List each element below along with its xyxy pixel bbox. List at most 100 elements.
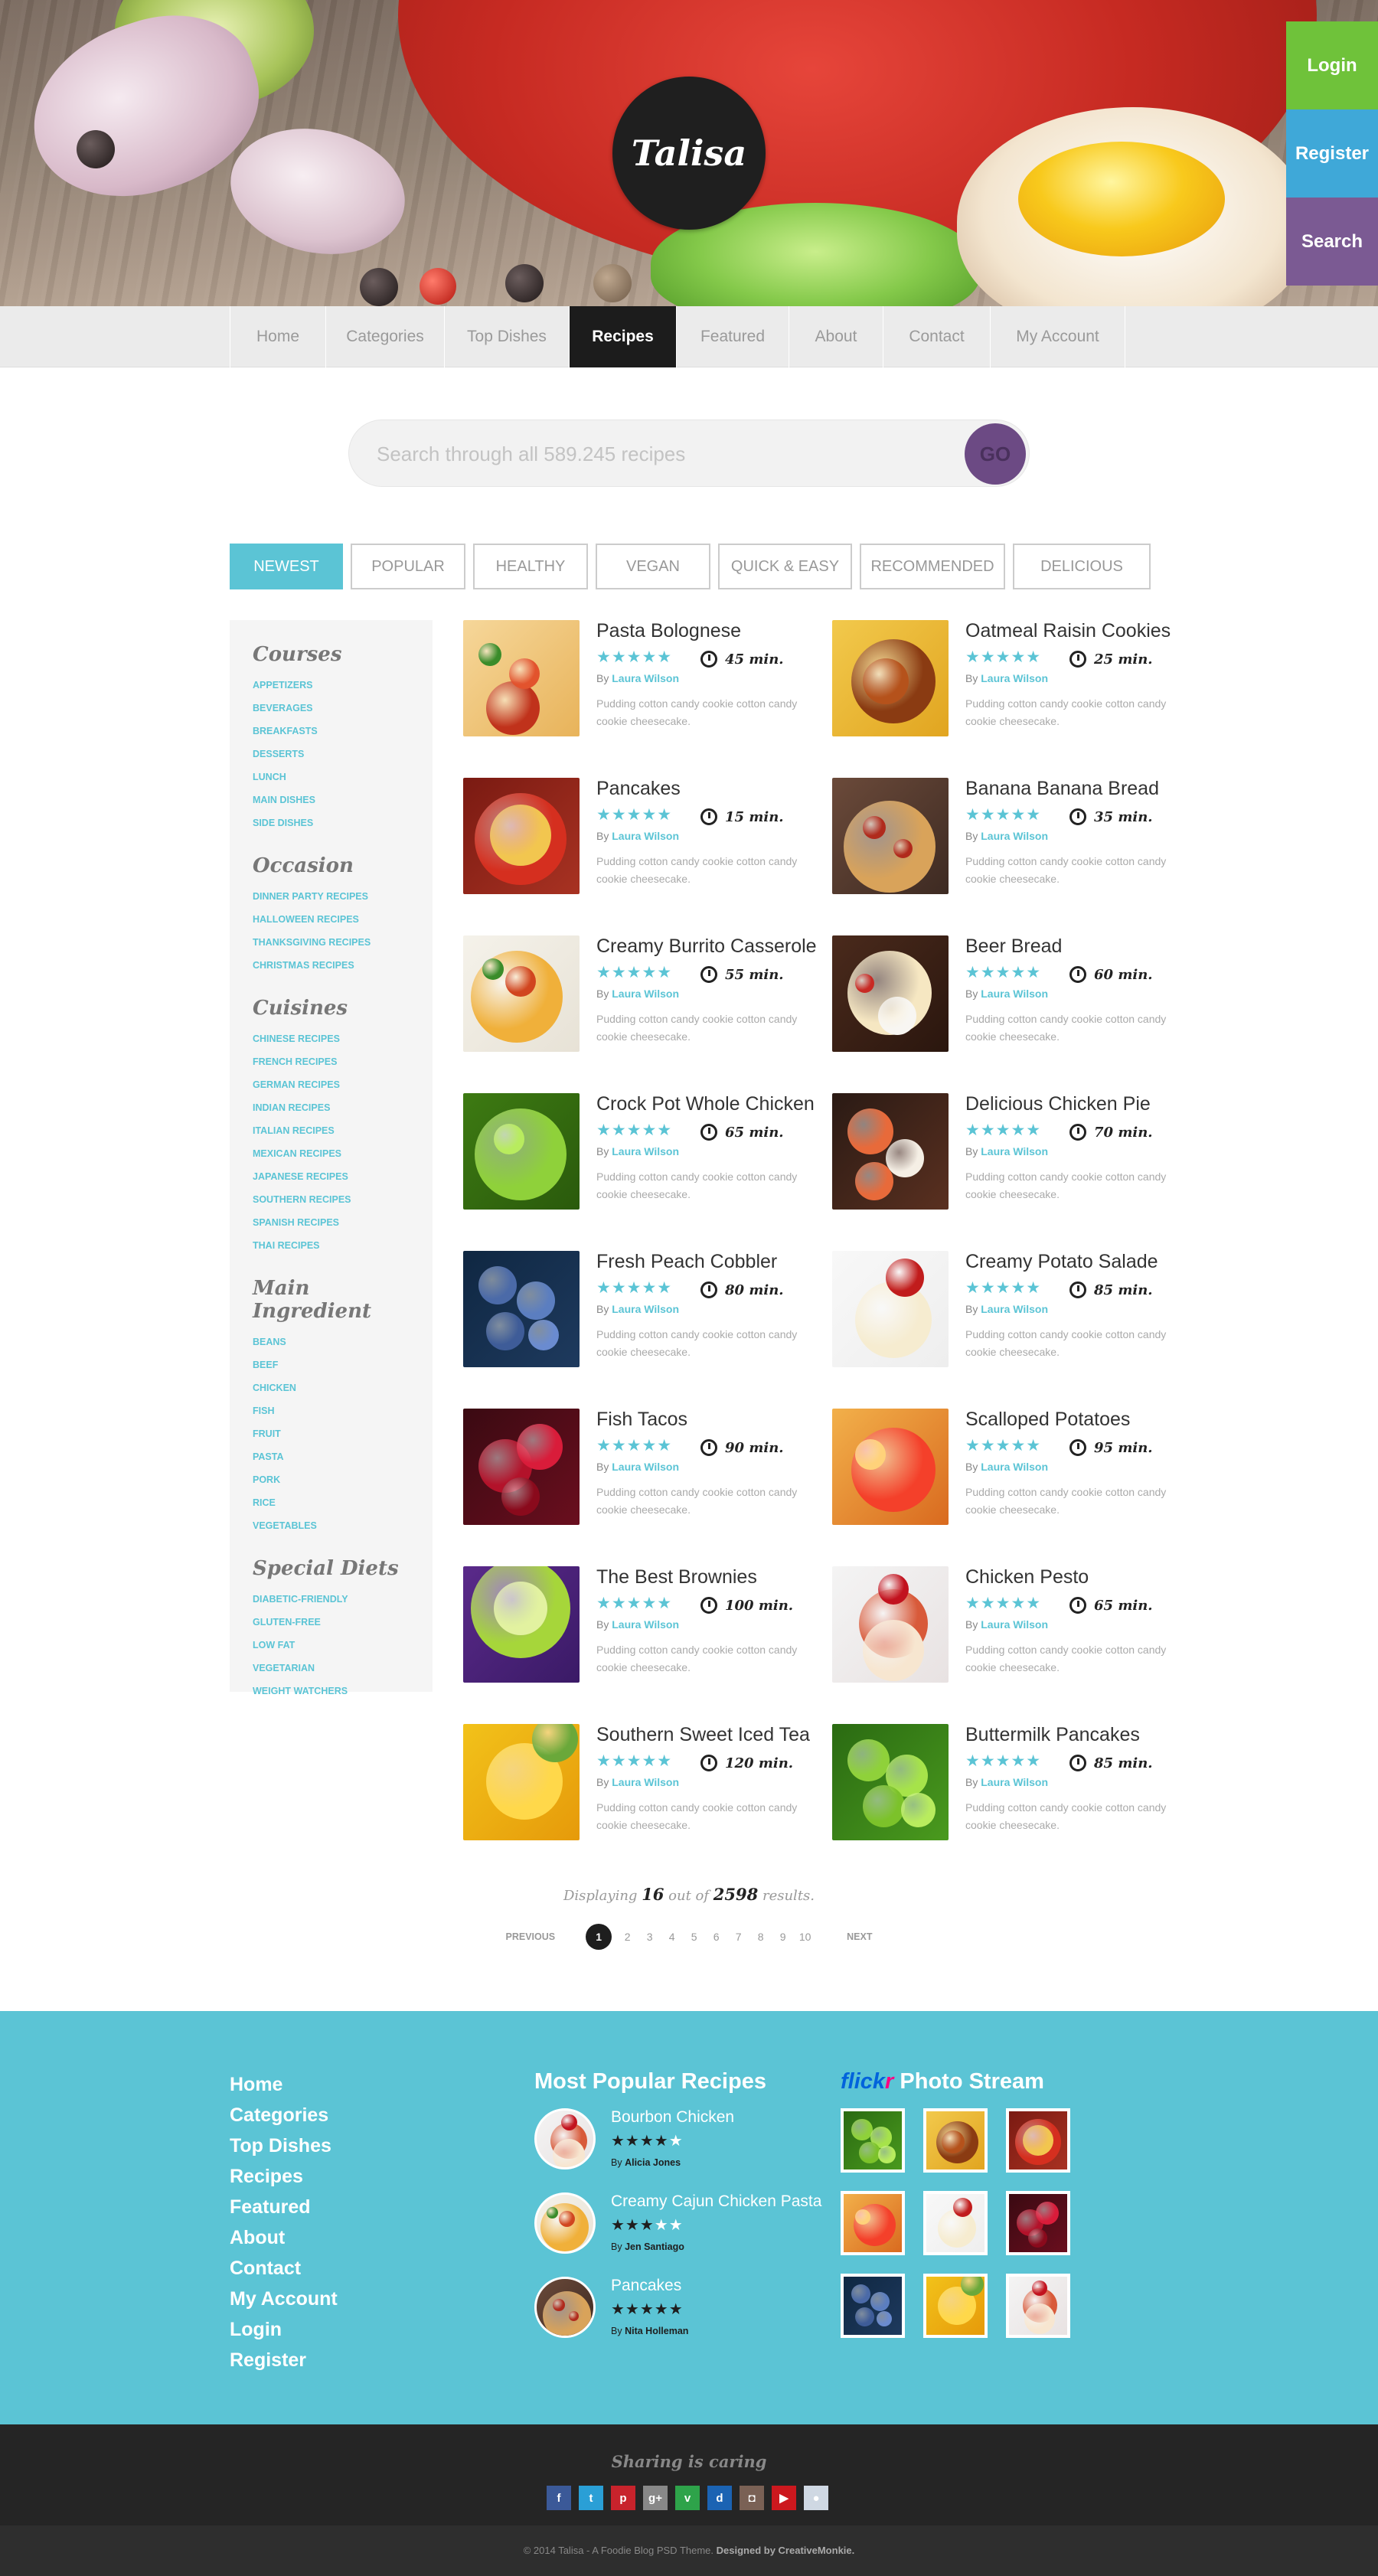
recipe-title[interactable]: Fresh Peach Cobbler (596, 1251, 777, 1273)
recipe-image[interactable] (463, 620, 580, 736)
tab-newest[interactable]: NEWEST (230, 544, 343, 589)
recipe-card[interactable]: The Best Brownies ★★★★★ 100 min. By Laura W… (463, 1566, 815, 1689)
recipe-image[interactable] (463, 1566, 580, 1683)
recipe-card[interactable]: Southern Sweet Iced Tea ★★★★★ 120 min. By L… (463, 1724, 815, 1846)
recipe-card[interactable]: Banana Banana Bread ★★★★★ 35 min. By Laura … (832, 778, 1184, 900)
recipe-title[interactable]: Banana Banana Bread (965, 778, 1159, 800)
sidebar-link[interactable]: BEEF (253, 1353, 433, 1376)
recipe-title[interactable]: Creamy Potato Salade (965, 1251, 1158, 1273)
footer-link[interactable]: Categories (230, 2100, 338, 2130)
popular-recipe-title[interactable]: Pancakes (611, 2277, 681, 2295)
page-number[interactable]: 10 (794, 1931, 816, 1943)
tab-popular[interactable]: POPULAR (351, 544, 465, 589)
recipe-title[interactable]: Chicken Pesto (965, 1566, 1089, 1588)
author-link[interactable]: Laura Wilson (981, 1461, 1048, 1473)
register-button[interactable]: Register (1286, 109, 1378, 198)
sidebar-link[interactable]: HALLOWEEN RECIPES (253, 908, 433, 931)
author-link[interactable]: Laura Wilson (981, 1303, 1048, 1315)
recipe-card[interactable]: Beer Bread ★★★★★ 60 min. By Laura Wilson Pud… (832, 935, 1184, 1058)
page-number[interactable]: 9 (772, 1931, 794, 1943)
recipe-image[interactable] (463, 1251, 580, 1367)
sidebar-link[interactable]: THAI RECIPES (253, 1234, 433, 1257)
page-number[interactable]: 4 (661, 1931, 683, 1943)
designer-credit[interactable]: Designed by CreativeMonkie. (717, 2545, 855, 2556)
sidebar-link[interactable]: INDIAN RECIPES (253, 1096, 433, 1119)
author-link[interactable]: Laura Wilson (981, 988, 1048, 1000)
recipe-card[interactable]: Creamy Burrito Casserole ★★★★★ 55 min. By L… (463, 935, 817, 1058)
author-link[interactable]: Laura Wilson (981, 1776, 1048, 1788)
recipe-title[interactable]: Oatmeal Raisin Cookies (965, 620, 1171, 642)
page-number[interactable]: 1 (586, 1924, 612, 1950)
next-page-link[interactable]: NEXT (847, 1931, 872, 1942)
recipe-title[interactable]: Crock Pot Whole Chicken (596, 1093, 815, 1115)
sidebar-link[interactable]: CHICKEN (253, 1376, 433, 1399)
footer-link[interactable]: Login (230, 2314, 338, 2345)
instagram-icon[interactable]: ◘ (740, 2486, 764, 2510)
recipe-card[interactable]: Delicious Chicken Pie ★★★★★ 70 min. By Laur… (832, 1093, 1184, 1216)
sidebar-link[interactable]: GLUTEN-FREE (253, 1611, 433, 1634)
nav-recipes[interactable]: Recipes (569, 306, 676, 367)
recipe-image[interactable] (832, 1409, 949, 1525)
recipe-image[interactable] (832, 778, 949, 894)
login-button[interactable]: Login (1286, 21, 1378, 109)
pinterest-icon[interactable]: p (611, 2486, 635, 2510)
footer-link[interactable]: About (230, 2222, 338, 2253)
page-number[interactable]: 3 (638, 1931, 661, 1943)
facebook-icon[interactable]: f (547, 2486, 571, 2510)
author-link[interactable]: Laura Wilson (981, 672, 1048, 684)
tab-vegan[interactable]: VEGAN (596, 544, 710, 589)
sidebar-link[interactable]: DESSERTS (253, 743, 433, 766)
author-link[interactable]: Laura Wilson (981, 1145, 1048, 1157)
vine-icon[interactable]: v (675, 2486, 700, 2510)
nav-categories[interactable]: Categories (325, 306, 444, 367)
recipe-title[interactable]: Southern Sweet Iced Tea (596, 1724, 810, 1746)
sidebar-link[interactable]: FISH (253, 1399, 433, 1422)
sidebar-link[interactable]: APPETIZERS (253, 674, 433, 697)
flickr-photo[interactable] (923, 2274, 988, 2338)
popular-recipe-item[interactable]: Bourbon Chicken ★★★★★ By Alicia Jones (534, 2108, 766, 2192)
recipe-image[interactable] (832, 1093, 949, 1210)
recipe-title[interactable]: Delicious Chicken Pie (965, 1093, 1151, 1115)
recipe-image[interactable] (832, 935, 949, 1052)
sidebar-link[interactable]: THANKSGIVING RECIPES (253, 931, 433, 954)
recipe-card[interactable]: Pasta Bolognese ★★★★★ 45 min. By Laura Wils… (463, 620, 815, 743)
googleplus-icon[interactable]: g+ (643, 2486, 668, 2510)
author-link[interactable]: Laura Wilson (981, 1618, 1048, 1631)
sidebar-link[interactable]: MEXICAN RECIPES (253, 1142, 433, 1165)
sidebar-link[interactable]: VEGETABLES (253, 1514, 433, 1537)
recipe-title[interactable]: Pasta Bolognese (596, 620, 741, 642)
recipe-image[interactable] (832, 1566, 949, 1683)
recipe-image[interactable] (463, 1724, 580, 1840)
sidebar-link[interactable]: LOW FAT (253, 1634, 433, 1657)
nav-contact[interactable]: Contact (883, 306, 990, 367)
popular-recipe-title[interactable]: Creamy Cajun Chicken Pasta (611, 2192, 821, 2211)
recipe-card[interactable]: Chicken Pesto ★★★★★ 65 min. By Laura Wilson… (832, 1566, 1184, 1689)
sidebar-link[interactable]: WEIGHT WATCHERS (253, 1680, 433, 1703)
recipe-card[interactable]: Creamy Potato Salade ★★★★★ 85 min. By Laura… (832, 1251, 1184, 1373)
footer-link[interactable]: Home (230, 2069, 338, 2100)
footer-link[interactable]: Featured (230, 2192, 338, 2222)
footer-link[interactable]: My Account (230, 2284, 338, 2314)
recipe-title[interactable]: Scalloped Potatoes (965, 1409, 1130, 1431)
recipe-title[interactable]: Beer Bread (965, 935, 1062, 958)
sidebar-link[interactable]: SPANISH RECIPES (253, 1211, 433, 1234)
sidebar-link[interactable]: FRUIT (253, 1422, 433, 1445)
sidebar-link[interactable]: CHRISTMAS RECIPES (253, 954, 433, 977)
popular-recipe-item[interactable]: Pancakes ★★★★★ By Nita Holleman (534, 2277, 766, 2361)
recipe-card[interactable]: Pancakes ★★★★★ 15 min. By Laura Wilson Puddi… (463, 778, 815, 900)
sidebar-link[interactable]: BEANS (253, 1330, 433, 1353)
page-number[interactable]: 7 (727, 1931, 749, 1943)
author-link[interactable]: Laura Wilson (612, 1776, 679, 1788)
sidebar-link[interactable]: BEVERAGES (253, 697, 433, 720)
sidebar-link[interactable]: SOUTHERN RECIPES (253, 1188, 433, 1211)
recipe-image[interactable] (463, 1409, 580, 1525)
tab-healthy[interactable]: HEALTHY (473, 544, 588, 589)
nav-home[interactable]: Home (230, 306, 325, 367)
search-input[interactable] (377, 437, 913, 471)
search-button[interactable]: Search (1286, 198, 1378, 286)
youtube-icon[interactable]: ▶ (772, 2486, 796, 2510)
page-number[interactable]: 5 (683, 1931, 705, 1943)
author-name[interactable]: Jen Santiago (625, 2241, 684, 2252)
sidebar-link[interactable]: SIDE DISHES (253, 811, 433, 834)
nav-featured[interactable]: Featured (676, 306, 789, 367)
